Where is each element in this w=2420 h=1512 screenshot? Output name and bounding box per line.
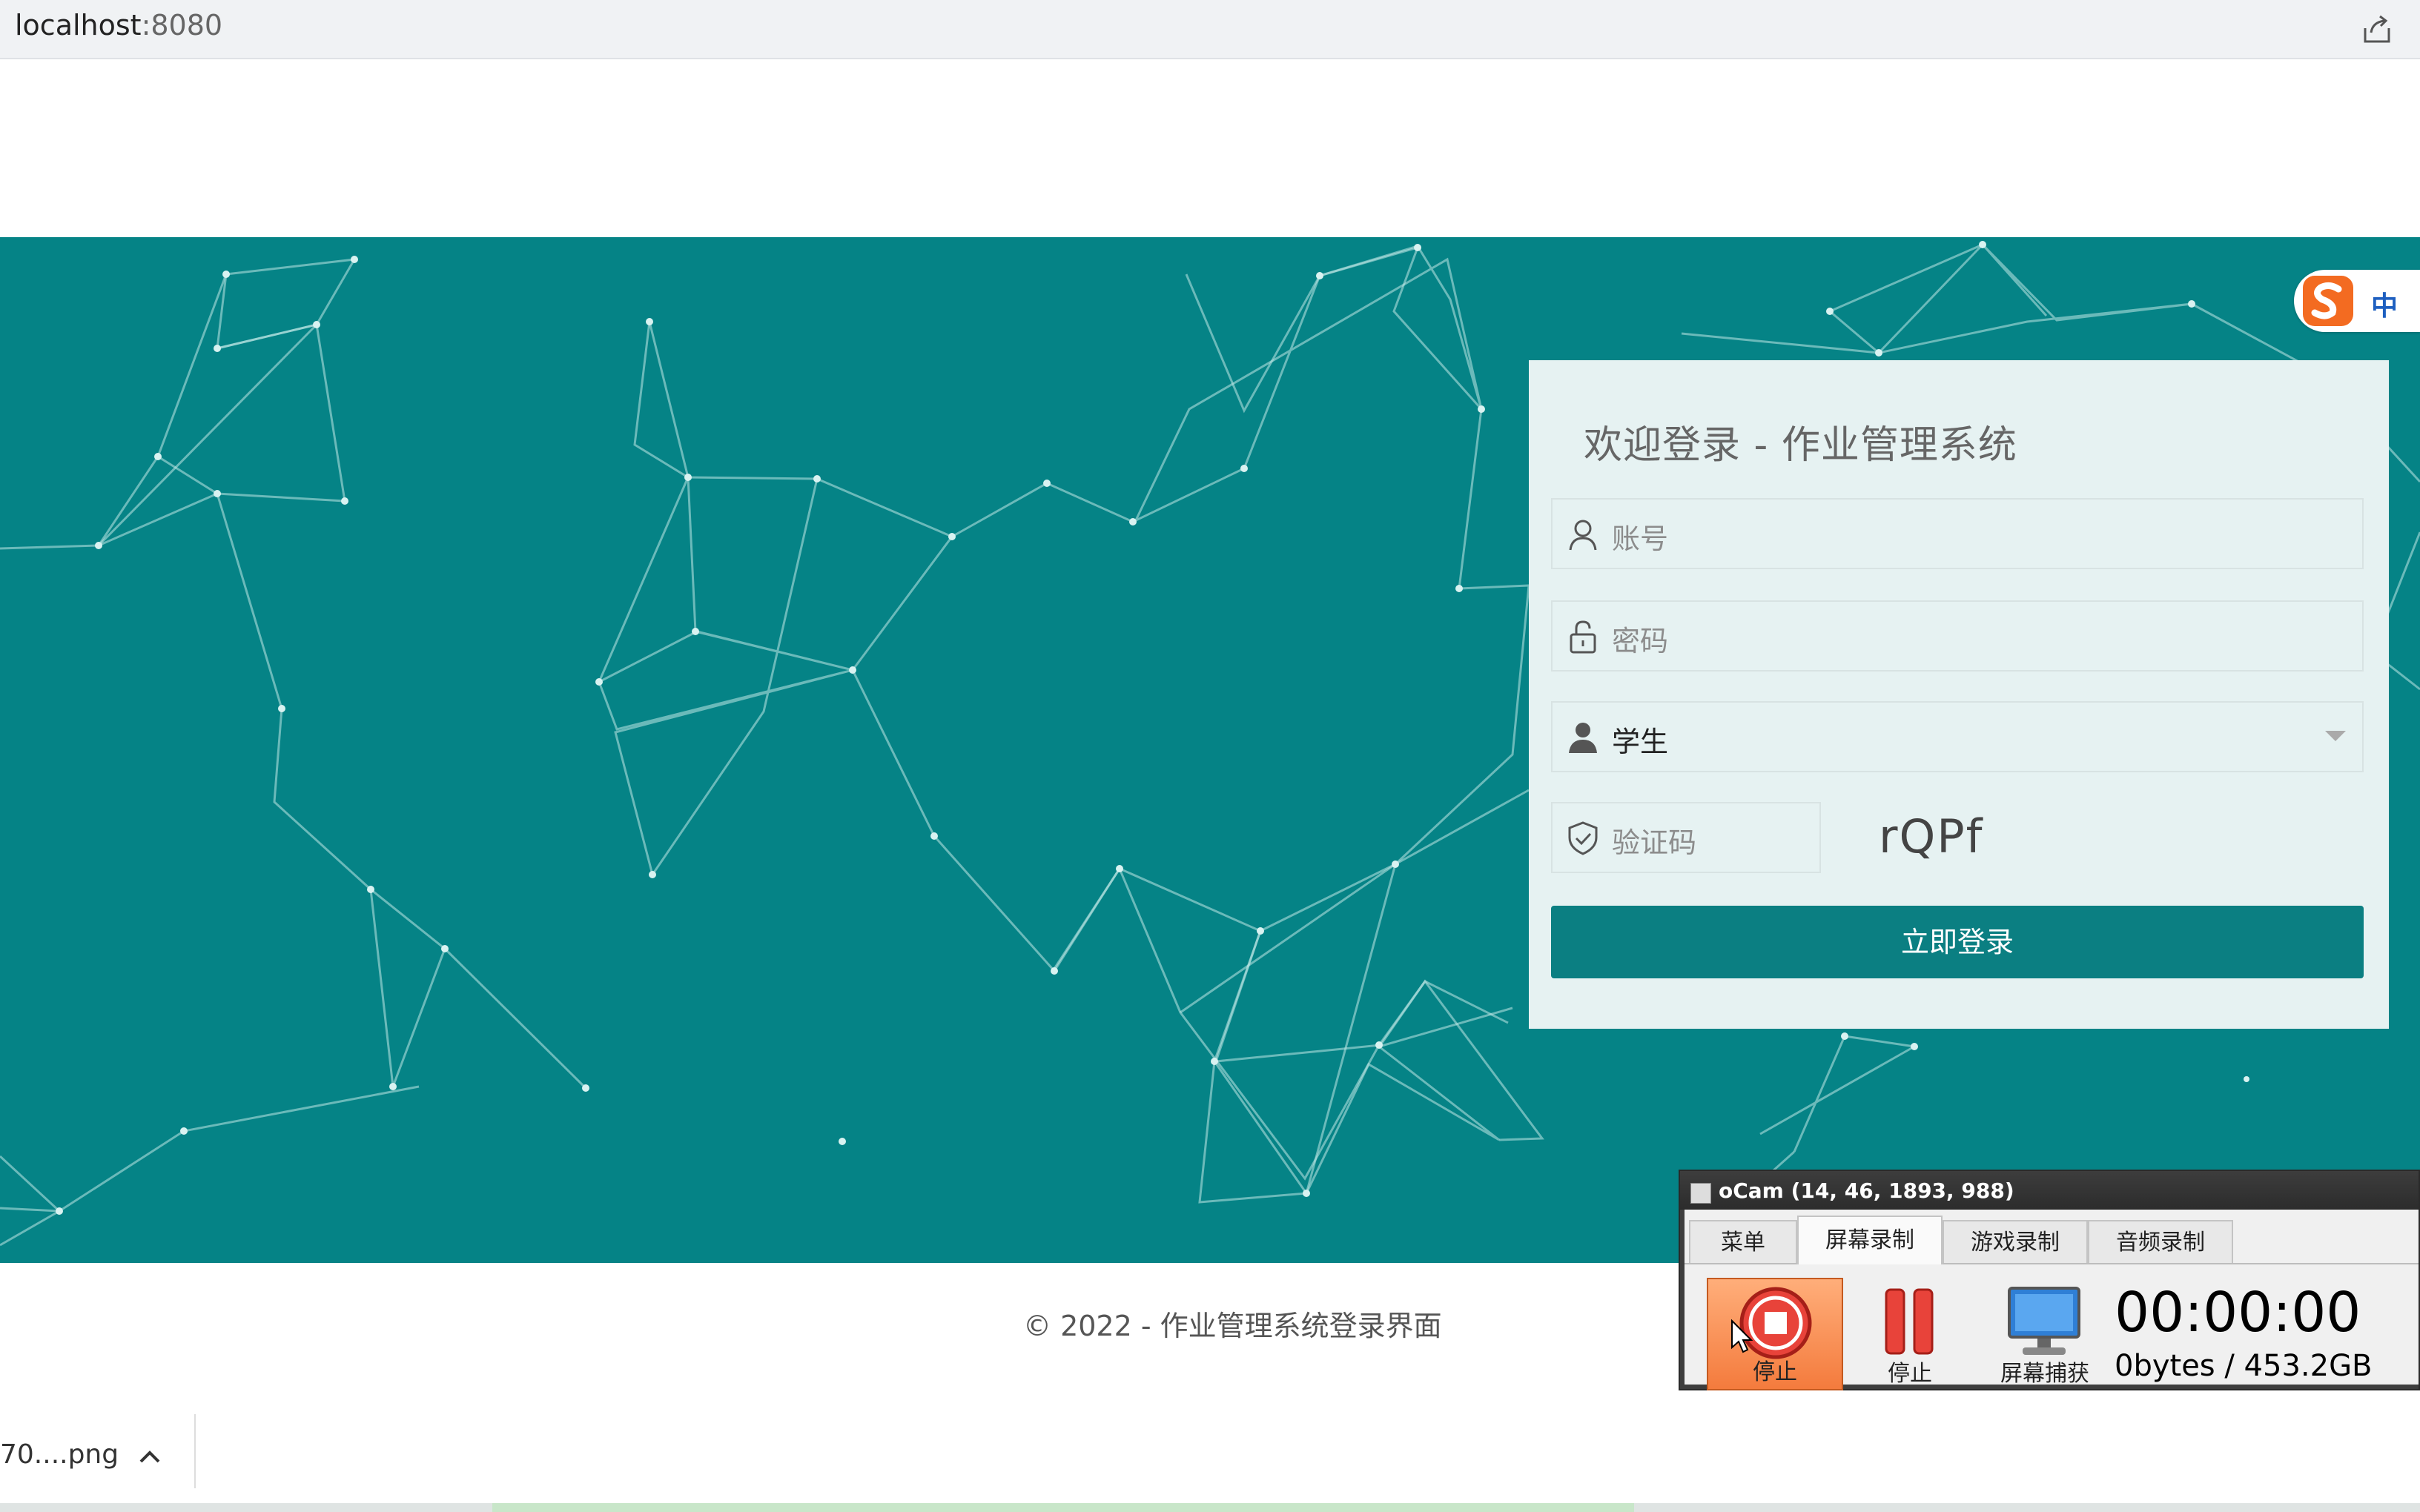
login-button[interactable]: 立即登录: [1551, 906, 2364, 978]
copyright-text: © 2022 - 作业管理系统登录界面: [1023, 1310, 1442, 1342]
account-placeholder: 账号: [1612, 523, 1669, 555]
screen-capture-button[interactable]: 屏幕捕获: [1977, 1278, 2113, 1390]
ocam-titlebar[interactable]: oCam (14, 46, 1893, 988): [1680, 1171, 2419, 1210]
download-bar: 70....png: [0, 1414, 2420, 1512]
url-port: :8080: [141, 9, 223, 42]
ocam-body: 菜单 屏幕录制 游戏录制 音频录制 停止 停止 屏幕捕获 00:00:00 0b…: [1685, 1210, 2419, 1390]
password-placeholder: 密码: [1612, 625, 1669, 657]
url-host: localhost: [15, 9, 142, 42]
pause-button[interactable]: 停止: [1842, 1278, 1978, 1390]
ocam-tabs: 菜单 屏幕录制 游戏录制 音频录制: [1685, 1214, 2419, 1264]
tab-audio-record[interactable]: 音频录制: [2088, 1220, 2233, 1263]
ocam-title: oCam (14, 46, 1893, 988): [1719, 1178, 2014, 1203]
role-select[interactable]: 学生: [1551, 701, 2364, 772]
unlock-icon: [1570, 620, 1596, 654]
tab-menu[interactable]: 菜单: [1689, 1220, 1797, 1263]
sogou-s-icon: [2303, 276, 2353, 326]
ime-mode[interactable]: 中: [2371, 285, 2398, 323]
share-icon[interactable]: [2361, 13, 2393, 46]
ocam-window[interactable]: oCam (14, 46, 1893, 988) 菜单 屏幕录制 游戏录制 音频…: [1679, 1170, 2420, 1390]
shield-check-icon: [1568, 821, 1598, 855]
monitor-capture-icon: [2008, 1287, 2080, 1355]
tool-label: 屏幕捕获: [2000, 1361, 2089, 1387]
chevron-up-icon[interactable]: [136, 1445, 163, 1468]
url-text[interactable]: localhost:8080: [15, 9, 222, 42]
ime-toolbar[interactable]: 中: [2294, 270, 2420, 332]
hero-background: 欢迎登录 - 作业管理系统 账号 密码 学生 验证码 rQPf 立即登录: [0, 237, 2420, 1263]
login-card: 欢迎登录 - 作业管理系统 账号 密码 学生 验证码 rQPf 立即登录: [1529, 360, 2389, 1029]
download-filename[interactable]: 70....png: [0, 1439, 119, 1470]
login-title: 欢迎登录 - 作业管理系统: [1584, 423, 2017, 468]
recording-timer: 00:00:00: [2115, 1281, 2361, 1344]
divider: [194, 1414, 196, 1488]
tool-label: 停止: [1753, 1359, 1797, 1385]
bottom-strip: [0, 1503, 2420, 1512]
captcha-placeholder: 验证码: [1612, 826, 1697, 859]
address-bar[interactable]: localhost:8080: [0, 0, 2420, 59]
password-field[interactable]: 密码: [1551, 600, 2364, 672]
tab-screen-record[interactable]: 屏幕录制: [1797, 1216, 1943, 1264]
tab-game-record[interactable]: 游戏录制: [1943, 1220, 2088, 1263]
user-outline-icon: [1569, 520, 1597, 551]
pause-icon: [1885, 1288, 1934, 1355]
chevron-down-icon: [2325, 731, 2346, 741]
ocam-app-icon: [1690, 1183, 1711, 1204]
account-field[interactable]: 账号: [1551, 498, 2364, 569]
stop-record-button[interactable]: 停止: [1707, 1278, 1843, 1390]
captcha-image[interactable]: rQPf: [1879, 809, 1984, 863]
role-value: 学生: [1612, 726, 1669, 758]
tool-label: 停止: [1888, 1361, 1932, 1387]
user-solid-icon: [1569, 723, 1597, 753]
captcha-field[interactable]: 验证码: [1551, 802, 1821, 873]
recording-size: 0bytes / 453.2GB: [2115, 1349, 2373, 1383]
mouse-cursor-icon: [1731, 1319, 1753, 1353]
